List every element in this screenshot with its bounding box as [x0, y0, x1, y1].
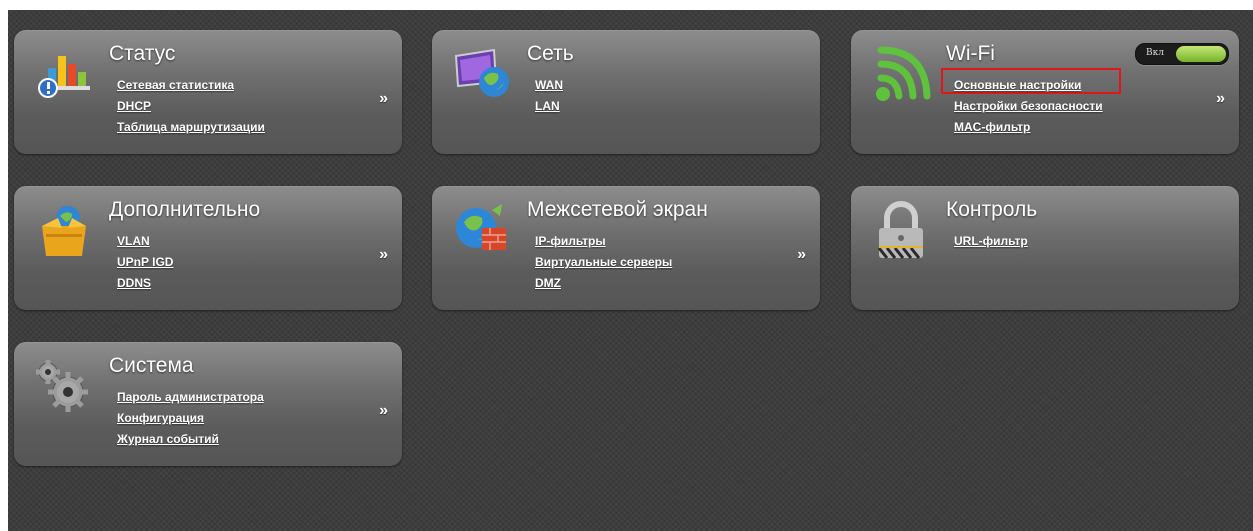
- link-url-filter[interactable]: URL-фильтр: [954, 234, 1028, 248]
- tile-wifi: Wi-Fi Вкл Основные настройки Настройки б…: [851, 30, 1239, 154]
- link-basic-settings[interactable]: Основные настройки: [954, 78, 1081, 92]
- link-lan[interactable]: LAN: [535, 99, 560, 113]
- monitor-globe-icon: [450, 42, 514, 106]
- tile-title: Дополнительно: [109, 198, 261, 221]
- link-dhcp[interactable]: DHCP: [117, 99, 151, 113]
- tile-links: WAN LAN: [535, 78, 563, 120]
- tile-title: Контроль: [946, 198, 1038, 221]
- globe-firewall-icon: [450, 198, 514, 262]
- link-vlan[interactable]: VLAN: [117, 234, 150, 248]
- more-button[interactable]: »: [379, 402, 388, 420]
- tile-title: Статус: [109, 42, 176, 65]
- gears-icon: [32, 354, 96, 418]
- dashboard: Статус Сетевая статистика DHCP Таблица м…: [8, 10, 1253, 531]
- tile-links: Основные настройки Настройки безопасност…: [954, 78, 1103, 141]
- wifi-icon: [869, 42, 933, 106]
- more-button[interactable]: »: [1216, 90, 1225, 108]
- link-upnp-igd[interactable]: UPnP IGD: [117, 255, 173, 269]
- link-dmz[interactable]: DMZ: [535, 276, 561, 290]
- tile-title: Система: [109, 354, 194, 377]
- link-ddns[interactable]: DDNS: [117, 276, 151, 290]
- more-button[interactable]: »: [379, 90, 388, 108]
- tile-links: URL-фильтр: [954, 234, 1028, 255]
- link-admin-password[interactable]: Пароль администратора: [117, 390, 264, 404]
- link-ip-filters[interactable]: IP-фильтры: [535, 234, 606, 248]
- tile-advanced: Дополнительно VLAN UPnP IGD DDNS »: [14, 186, 402, 310]
- link-virtual-servers[interactable]: Виртуальные серверы: [535, 255, 672, 269]
- open-box-icon: [32, 198, 96, 262]
- more-button[interactable]: »: [379, 246, 388, 264]
- tile-links: VLAN UPnP IGD DDNS: [117, 234, 173, 297]
- tile-firewall: Межсетевой экран IP-фильтры Виртуальные …: [432, 186, 820, 310]
- tile-links: IP-фильтры Виртуальные серверы DMZ: [535, 234, 672, 297]
- tile-network: Сеть WAN LAN: [432, 30, 820, 154]
- toggle-knob: [1176, 46, 1226, 62]
- wifi-toggle[interactable]: Вкл: [1135, 43, 1229, 65]
- padlock-icon: [869, 198, 933, 262]
- tile-title: Сеть: [527, 42, 574, 65]
- tile-links: Пароль администратора Конфигурация Журна…: [117, 390, 264, 453]
- tile-title: Межсетевой экран: [527, 198, 708, 221]
- tile-links: Сетевая статистика DHCP Таблица маршрути…: [117, 78, 265, 141]
- link-routing-table[interactable]: Таблица маршрутизации: [117, 120, 265, 134]
- link-network-statistics[interactable]: Сетевая статистика: [117, 78, 234, 92]
- toggle-label: Вкл: [1146, 48, 1164, 58]
- link-security-settings[interactable]: Настройки безопасности: [954, 99, 1103, 113]
- tile-status: Статус Сетевая статистика DHCP Таблица м…: [14, 30, 402, 154]
- tile-control: Контроль URL-фильтр: [851, 186, 1239, 310]
- tile-title: Wi-Fi: [946, 42, 995, 65]
- link-event-log[interactable]: Журнал событий: [117, 432, 219, 446]
- link-mac-filter[interactable]: MAC-фильтр: [954, 120, 1030, 134]
- tile-system: Система Пароль администратора Конфигурац…: [14, 342, 402, 466]
- more-button[interactable]: »: [797, 246, 806, 264]
- link-wan[interactable]: WAN: [535, 78, 563, 92]
- link-configuration[interactable]: Конфигурация: [117, 411, 204, 425]
- bar-chart-icon: [32, 42, 96, 106]
